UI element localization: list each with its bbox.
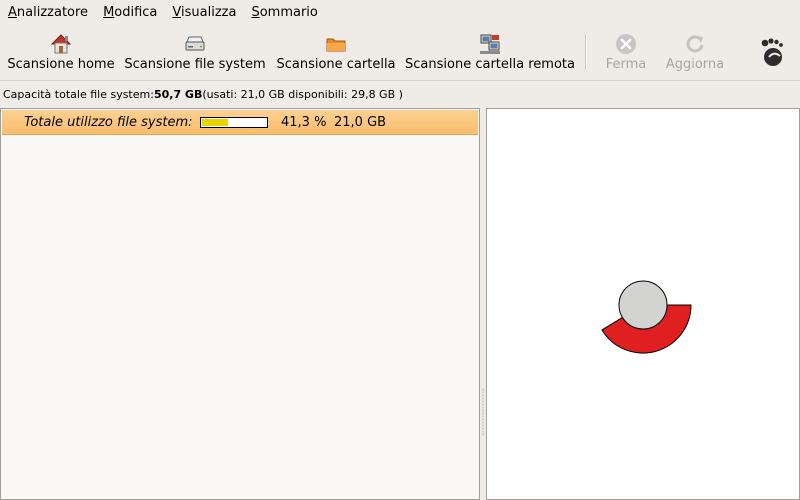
stop-button[interactable]: Ferma <box>598 24 654 80</box>
directory-tree[interactable]: Totale utilizzo file system: 41,3 % 21,0… <box>0 108 480 500</box>
usage-bar <box>200 116 268 128</box>
usage-bar-fill <box>202 118 228 126</box>
ring-chart <box>601 280 692 354</box>
gnome-foot-icon <box>761 38 783 66</box>
drive-icon <box>185 36 205 51</box>
stop-icon <box>616 34 636 54</box>
ring-center[interactable] <box>618 280 668 330</box>
scan-folder-button[interactable]: Scansione cartella <box>274 24 398 80</box>
tree-row-total[interactable]: Totale utilizzo file system: 41,3 % 21,0… <box>2 110 478 135</box>
menu-analizzatore[interactable]: Analizzatore <box>0 5 95 20</box>
toolbar-separator <box>585 34 587 70</box>
splitter-grip[interactable] <box>482 388 484 436</box>
refresh-button[interactable]: Aggiorna <box>662 24 728 80</box>
menu-modifica[interactable]: Modifica <box>95 5 164 20</box>
refresh-icon <box>686 35 704 53</box>
toolbar-divider <box>0 80 800 81</box>
ring-chart-view[interactable] <box>486 108 800 500</box>
menu-visualizza[interactable]: Visualizza <box>164 5 243 20</box>
menu-bar: Analizzatore Modifica Visualizza Sommari… <box>0 0 800 24</box>
scan-filesystem-button[interactable]: Scansione file system <box>124 24 266 80</box>
network-icon <box>480 34 500 54</box>
toolbar: Scansione home Scansione file system Sca… <box>0 24 800 80</box>
scan-home-button[interactable]: Scansione home <box>6 24 116 80</box>
capacity-detail: (usati: 21,0 GB disponibili: 29,8 GB ) <box>202 87 403 101</box>
folder-icon <box>326 38 346 52</box>
menu-sommario[interactable]: Sommario <box>243 5 324 20</box>
capacity-total: 50,7 GB <box>153 87 203 101</box>
capacity-summary: Capacità totale file system: 50,7 GB (us… <box>3 87 403 101</box>
scan-remote-folder-button[interactable]: Scansione cartella remota <box>404 24 576 80</box>
home-icon <box>50 34 72 54</box>
